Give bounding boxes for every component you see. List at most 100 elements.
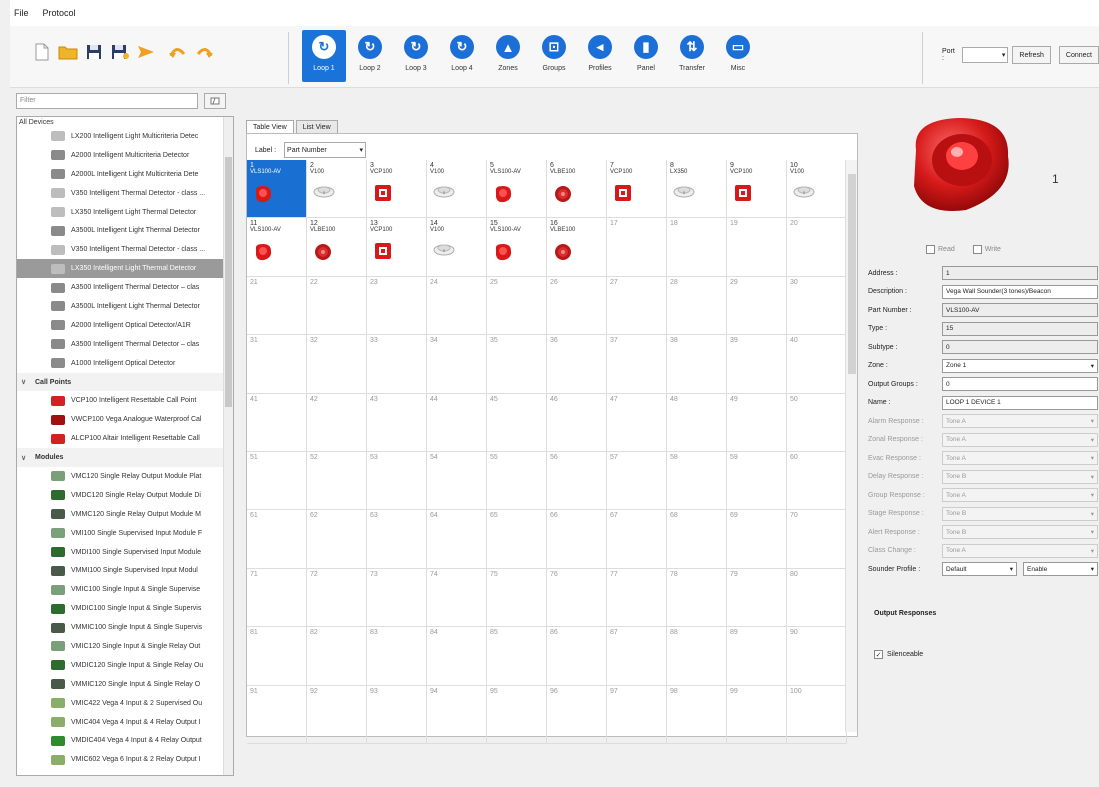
tree-device[interactable]: VMIC100 Single Input & Single Supervise bbox=[17, 580, 233, 599]
device-tree[interactable]: All Devices LX200 Intelligent Light Mult… bbox=[16, 116, 234, 776]
grid-scroll-thumb[interactable] bbox=[848, 174, 856, 374]
grid-cell[interactable]: 44 bbox=[427, 393, 487, 452]
tree-device[interactable]: ALCP100 Altair Intelligent Resettable Ca… bbox=[17, 429, 233, 448]
grid-cell[interactable]: 51 bbox=[247, 451, 307, 511]
tree-scrollbar[interactable] bbox=[223, 117, 233, 775]
tree-device[interactable]: A3500 Intelligent Thermal Detector – cla… bbox=[17, 335, 233, 354]
toolbar-button-loop-4[interactable]: ↻ Loop 4 bbox=[440, 30, 484, 82]
tree-device[interactable]: A2000L Intelligent Light Multicriteria D… bbox=[17, 165, 233, 184]
open-folder-icon[interactable] bbox=[58, 42, 78, 62]
grid-cell[interactable]: 50 bbox=[787, 393, 847, 452]
grid-cell[interactable]: 92 bbox=[307, 685, 367, 744]
grid-cell[interactable]: 88 bbox=[667, 627, 727, 686]
grid-cell[interactable]: 59 bbox=[727, 451, 787, 511]
grid-cell[interactable]: 100 bbox=[787, 685, 847, 744]
grid-cell[interactable]: 57 bbox=[607, 451, 667, 511]
tree-device[interactable]: VMIC404 Vega 4 Input & 4 Relay Output I bbox=[17, 713, 233, 732]
toolbar-button-transfer[interactable]: ⇅ Transfer bbox=[670, 30, 714, 82]
property-select[interactable]: Zone 1 ▾ bbox=[942, 358, 1098, 373]
grid-cell[interactable]: 6 VLBE100 bbox=[547, 160, 607, 219]
grid-cell[interactable]: 20 bbox=[787, 218, 847, 277]
grid-cell[interactable]: 39 bbox=[727, 335, 787, 394]
grid-cell[interactable]: 7 VCP100 bbox=[607, 160, 667, 219]
grid-cell[interactable]: 75 bbox=[487, 568, 547, 628]
grid-cell[interactable]: 64 bbox=[427, 510, 487, 569]
grid-cell[interactable]: 86 bbox=[547, 627, 607, 686]
tree-device[interactable]: A2000 Intelligent Multicriteria Detector bbox=[17, 146, 233, 165]
tree-device[interactable]: VMMIC120 Single Input & Single Relay O bbox=[17, 675, 233, 694]
grid-cell[interactable]: 12 VLBE100 bbox=[307, 218, 367, 277]
property-field[interactable]: 0 bbox=[942, 377, 1098, 392]
grid-cell[interactable]: 8 LX350 S bbox=[667, 160, 727, 219]
write-button[interactable]: Write bbox=[972, 245, 1001, 254]
grid-cell[interactable]: 87 bbox=[607, 627, 667, 686]
tree-device[interactable]: VCP100 Intelligent Resettable Call Point bbox=[17, 391, 233, 410]
toolbar-button-zones[interactable]: ▲ Zones bbox=[486, 30, 530, 82]
tree-device[interactable]: LX350 Intelligent Light Thermal Detector bbox=[17, 203, 233, 222]
grid-cell[interactable]: 40 bbox=[787, 335, 847, 394]
toolbar-button-profiles[interactable]: ◂ Profiles bbox=[578, 30, 622, 82]
grid-cell[interactable]: 10 V100 S bbox=[787, 160, 847, 219]
save-as-icon[interactable] bbox=[110, 42, 130, 62]
refresh-button[interactable]: Refresh bbox=[1012, 46, 1051, 64]
tree-device[interactable]: A3500L Intelligent Light Thermal Detecto… bbox=[17, 221, 233, 240]
undo-icon[interactable] bbox=[168, 42, 188, 62]
grid-cell[interactable]: 37 bbox=[607, 335, 667, 394]
grid-cell[interactable]: 82 bbox=[307, 627, 367, 686]
tree-device[interactable]: A3500 Intelligent Thermal Detector – cla… bbox=[17, 278, 233, 297]
grid-cell[interactable]: 70 bbox=[787, 510, 847, 569]
grid-cell[interactable]: 81 bbox=[247, 627, 307, 686]
tree-device[interactable]: V350 Intelligent Thermal Detector - clas… bbox=[17, 184, 233, 203]
tree-device[interactable]: VMI100 Single Supervised Input Module F bbox=[17, 524, 233, 543]
grid-cell[interactable]: 28 bbox=[667, 276, 727, 336]
grid-cell[interactable]: 30 bbox=[787, 276, 847, 336]
grid-cell[interactable]: 21 bbox=[247, 276, 307, 336]
connect-button[interactable]: Connect bbox=[1058, 46, 1099, 64]
property-select[interactable]: Tone B ▾ bbox=[942, 469, 1098, 484]
property-select[interactable]: Tone A ▾ bbox=[942, 543, 1098, 558]
grid-cell[interactable]: 72 bbox=[307, 568, 367, 628]
grid-cell[interactable]: 78 bbox=[667, 568, 727, 628]
grid-cell[interactable]: 54 bbox=[427, 451, 487, 511]
grid-cell[interactable]: 32 bbox=[307, 335, 367, 394]
grid-cell[interactable]: 76 bbox=[547, 568, 607, 628]
tab-table-view[interactable]: Table View bbox=[246, 120, 294, 134]
grid-scrollbar[interactable] bbox=[845, 160, 857, 732]
grid-cell[interactable]: 89 bbox=[727, 627, 787, 686]
tree-device[interactable]: VMDI100 Single Supervised Input Module bbox=[17, 543, 233, 562]
grid-cell[interactable]: 9 VCP100 bbox=[727, 160, 787, 219]
property-select[interactable]: Tone B ▾ bbox=[942, 525, 1098, 540]
grid-cell[interactable]: 66 bbox=[547, 510, 607, 569]
filter-clear-button[interactable] bbox=[204, 93, 226, 109]
new-file-icon[interactable] bbox=[32, 42, 52, 62]
grid-cell[interactable]: 1 VLS100-AV bbox=[247, 160, 307, 219]
grid-cell[interactable]: 95 bbox=[487, 685, 547, 744]
send-icon[interactable] bbox=[136, 42, 156, 62]
grid-cell[interactable]: 80 bbox=[787, 568, 847, 628]
grid-cell[interactable]: 36 bbox=[547, 335, 607, 394]
toolbar-button-loop-1[interactable]: ↻ Loop 1 bbox=[302, 30, 346, 82]
grid-cell[interactable]: 79 bbox=[727, 568, 787, 628]
grid-cell[interactable]: 60 bbox=[787, 451, 847, 511]
tree-device[interactable]: LX200 Intelligent Light Multicriteria De… bbox=[17, 127, 233, 146]
grid-cell[interactable]: 13 VCP100 bbox=[367, 218, 427, 277]
property-field[interactable]: Vega Wall Sounder(3 tones)/Beacon bbox=[942, 284, 1098, 299]
property-select[interactable]: Tone A ▾ bbox=[942, 451, 1098, 466]
read-button[interactable]: Read bbox=[926, 245, 955, 254]
label-select[interactable]: Part Number ▾ bbox=[284, 142, 367, 158]
tree-device[interactable]: VMIC422 Vega 4 Input & 2 Supervised Ou bbox=[17, 694, 233, 713]
grid-cell[interactable]: 4 V100 S bbox=[427, 160, 487, 219]
grid-cell[interactable]: 29 bbox=[727, 276, 787, 336]
grid-cell[interactable]: 14 V100 S bbox=[427, 218, 487, 277]
tree-device[interactable]: VMIC120 Single Input & Single Relay Out bbox=[17, 637, 233, 656]
grid-cell[interactable]: 47 bbox=[607, 393, 667, 452]
tree-device[interactable]: VMMC120 Single Relay Output Module M bbox=[17, 505, 233, 524]
menu-file[interactable]: File bbox=[14, 8, 29, 18]
grid-cell[interactable]: 85 bbox=[487, 627, 547, 686]
property-field[interactable]: 0 bbox=[942, 340, 1098, 355]
grid-cell[interactable]: 63 bbox=[367, 510, 427, 569]
toolbar-button-loop-2[interactable]: ↻ Loop 2 bbox=[348, 30, 392, 82]
tree-group[interactable]: ∨ Call Points bbox=[17, 372, 233, 392]
save-icon[interactable] bbox=[84, 42, 104, 62]
property-select[interactable]: Tone A ▾ bbox=[942, 414, 1098, 429]
